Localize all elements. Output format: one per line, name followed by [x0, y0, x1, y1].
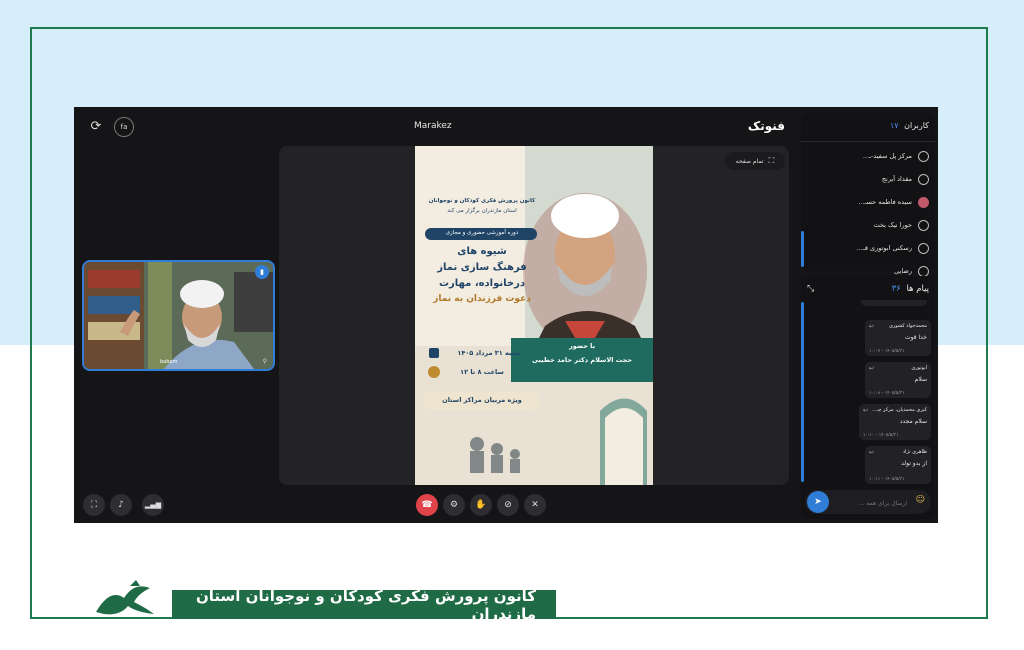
send-icon[interactable]: ➤ — [807, 491, 829, 513]
message-text: سلام مجدد — [899, 418, 927, 425]
user-row[interactable]: مقداد آیرنج — [803, 169, 929, 189]
reply-icon[interactable]: ↩ — [863, 407, 868, 414]
audio-level-icon: ▮ — [255, 265, 269, 279]
reply-icon[interactable]: ↩ — [869, 323, 874, 330]
message-date: ۱۴۰۵/۵/۳۱ - ۱۰:۰۸ — [869, 391, 905, 396]
poster-presence-label: با حضور — [568, 342, 596, 350]
user-icon — [918, 242, 929, 254]
participant-name: babam — [160, 359, 178, 365]
message-text: سلام — [914, 376, 927, 383]
hangup-button[interactable]: ☎ — [416, 494, 438, 516]
user-name: رسکنی ابوتوری قـ... — [856, 244, 912, 252]
message-text: خدا قوت — [904, 334, 927, 341]
poster-course-type: دوره آموزشی حضوری و مجازی — [445, 230, 519, 236]
pin-icon[interactable]: ⚲ — [263, 358, 267, 365]
user-icon — [918, 150, 929, 162]
poster-title-line2: فرهنگ سازی نماز — [437, 262, 527, 273]
user-icon — [918, 173, 929, 185]
message-date: ۱۴۰۵/۵/۳۱ - ۱۰:۰۷ — [869, 349, 905, 354]
messages-count: ۳۶ — [891, 284, 901, 294]
poster-org-line1: کانون پرورش فکری کودکان و نوجوانان — [428, 198, 536, 204]
message-date: ۱۴۰۵/۵/۳۱ - ۱۰:۱۰ — [863, 433, 899, 438]
chat-message: ظاهری نژاد از بدو تولد ↩ ۱۴۰۵/۵/۳۱ - ۱۰:… — [865, 446, 931, 484]
user-row[interactable]: حورا نیک بخت — [803, 215, 929, 235]
room-name: Marakez — [414, 121, 452, 131]
poster-speaker: حجت الاسلام دکتر حامد خطیبی — [531, 356, 633, 364]
messages-panel-title: پیام ها ۳۶ — [892, 284, 929, 294]
shared-poster: کانون پرورش فکری کودکان و نوجوانان استان… — [415, 146, 653, 485]
speaker-icon[interactable]: ♪ — [110, 494, 132, 516]
poster-title-line1: شیوه های — [457, 246, 507, 257]
users-panel: کاربران ۱۷ مرکز پل سفید-ـ... مقداد آیرنج… — [801, 113, 935, 277]
poster-org-line2: استان مازندران برگزار می کند — [447, 208, 517, 214]
fullscreen-button[interactable]: تمام صفحه ⛶ — [725, 152, 785, 170]
camera-off-icon[interactable]: ⊘ — [497, 494, 519, 516]
messages-scrollbar[interactable] — [801, 302, 804, 482]
poster-artwork — [415, 146, 653, 485]
refresh-icon[interactable]: ⟳ — [86, 116, 106, 136]
message-composer: ➤ ☺ — [805, 490, 931, 514]
users-divider — [801, 141, 935, 142]
poster-title-line4: دعوت فرزندان به نماز — [433, 294, 531, 304]
messages-title: پیام ها — [906, 284, 929, 294]
users-title: کاربران — [904, 121, 929, 130]
user-name: سیده فاطمه حسـ... — [858, 198, 912, 206]
top-bar: ⟳ fa Marakez فنوتک — [74, 107, 799, 145]
collapse-icon[interactable]: ⤡ — [807, 284, 814, 294]
user-icon — [918, 265, 929, 277]
chat-message: کبری محمدیان، مرکز چـ... سلام مجدد ↩ ۱۴۰… — [859, 404, 931, 440]
poster-title-line3: درخانواده، مهارت — [439, 278, 525, 289]
user-row[interactable]: مرکز پل سفید-ـ... — [803, 146, 929, 166]
message-sender: ظاهری نژاد — [902, 449, 927, 455]
avatar — [918, 196, 929, 208]
message-partial — [861, 300, 927, 306]
message-input[interactable] — [835, 495, 909, 511]
footer-banner: کانون پرورش فکری کودکان و نوجوانان استان… — [172, 587, 556, 623]
users-count: ۱۷ — [890, 121, 899, 130]
message-sender: کبری محمدیان، مرکز چـ... — [872, 407, 927, 413]
user-icon — [918, 219, 929, 231]
kanoon-logo-icon — [96, 580, 154, 615]
meeting-screenshot: ⟳ fa Marakez فنوتک تمام صفحه ⛶ کانون پرو… — [74, 107, 938, 523]
user-row[interactable]: رسکنی ابوتوری قـ... — [803, 238, 929, 258]
users-panel-title: کاربران ۱۷ — [890, 121, 929, 130]
reply-icon[interactable]: ↩ — [869, 449, 874, 456]
mic-off-icon[interactable]: ✕ — [524, 494, 546, 516]
user-row[interactable]: سیده فاطمه حسـ... — [803, 192, 929, 212]
user-name: رضایی — [894, 267, 912, 275]
user-name: مقداد آیرنج — [881, 175, 912, 183]
language-button[interactable]: fa — [114, 117, 134, 137]
user-name: مرکز پل سفید-ـ... — [862, 152, 912, 160]
participant-video — [84, 262, 273, 369]
signal-icon[interactable]: ▂▄▆ — [142, 494, 164, 516]
messages-panel: پیام ها ۳۶ ⤡ محمدجواد کشوری خدا قوت ↩ ۱۴… — [801, 276, 935, 519]
poster-audience: ویژه مربیان مراکز استان — [442, 396, 522, 404]
message-sender: محمدجواد کشوری — [888, 323, 927, 329]
participant-video-tile[interactable]: ▮ babam ⚲ — [82, 260, 275, 371]
chat-message: محمدجواد کشوری خدا قوت ↩ ۱۴۰۵/۵/۳۱ - ۱۰:… — [865, 320, 931, 356]
fullscreen-icon: ⛶ — [768, 156, 775, 165]
reply-icon[interactable]: ↩ — [869, 365, 874, 372]
message-sender: ابوتوری — [911, 365, 927, 371]
message-text: از بدو تولد — [901, 460, 927, 467]
poster-time: ساعت ۸ تا ۱۲ — [460, 368, 504, 376]
settings-icon[interactable]: ⚙ — [443, 494, 465, 516]
brand-title: فنوتک — [747, 119, 785, 133]
expand-icon[interactable]: ⛶ — [83, 494, 105, 516]
user-name: حورا نیک بخت — [873, 221, 912, 229]
emoji-icon[interactable]: ☺ — [916, 495, 925, 505]
message-date: ۱۴۰۵/۵/۳۱ - ۱۰:۱۱ — [869, 477, 905, 482]
fullscreen-label: تمام صفحه — [735, 157, 764, 165]
raise-hand-icon[interactable]: ✋ — [470, 494, 492, 516]
chat-message: ابوتوری سلام ↩ ۱۴۰۵/۵/۳۱ - ۱۰:۰۸ — [865, 362, 931, 398]
